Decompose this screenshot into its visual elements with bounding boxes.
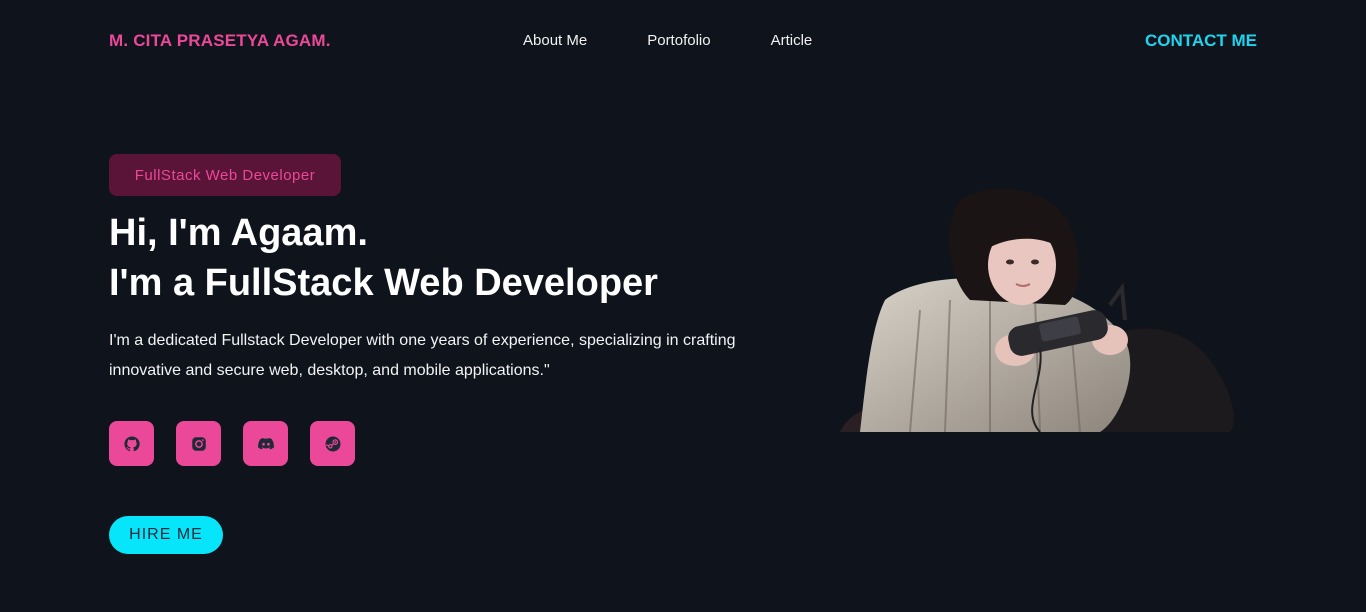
intro-line-1: I'm a dedicated Fullstack Developer with… <box>109 332 736 349</box>
contact-me-link[interactable]: CONTACT ME <box>1145 31 1257 51</box>
headline-greeting: Hi, I'm Agaam. <box>109 212 368 254</box>
nav-links: About Me Portofolio Article <box>523 32 872 49</box>
top-navbar: M. CITA PRASETYA AGAM. About Me Portofol… <box>0 0 1366 82</box>
hero-headline: Hi, I'm Agaam. I'm a FullStack Web Devel… <box>109 208 789 308</box>
discord-button[interactable] <box>243 421 288 466</box>
brand-logo-link[interactable]: M. CITA PRASETYA AGAM. <box>109 31 331 51</box>
steam-button[interactable] <box>310 421 355 466</box>
nav-link-portofolio[interactable]: Portofolio <box>647 32 710 49</box>
headline-role: I'm a FullStack Web Developer <box>109 262 658 304</box>
github-button[interactable] <box>109 421 154 466</box>
role-badge: FullStack Web Developer <box>109 154 341 196</box>
steam-icon <box>325 436 340 451</box>
instagram-icon <box>191 436 206 451</box>
hero-intro: I'm a dedicated Fullstack Developer with… <box>109 326 799 386</box>
discord-icon <box>257 437 274 449</box>
profile-illustration <box>840 180 1240 432</box>
nav-link-about-me[interactable]: About Me <box>523 32 587 49</box>
nav-link-article[interactable]: Article <box>771 32 813 49</box>
github-icon <box>123 435 140 451</box>
social-links <box>109 421 377 466</box>
hire-me-button[interactable]: HIRE ME <box>109 516 223 554</box>
instagram-button[interactable] <box>176 421 221 466</box>
intro-line-2: innovative and secure web, desktop, and … <box>109 362 550 379</box>
